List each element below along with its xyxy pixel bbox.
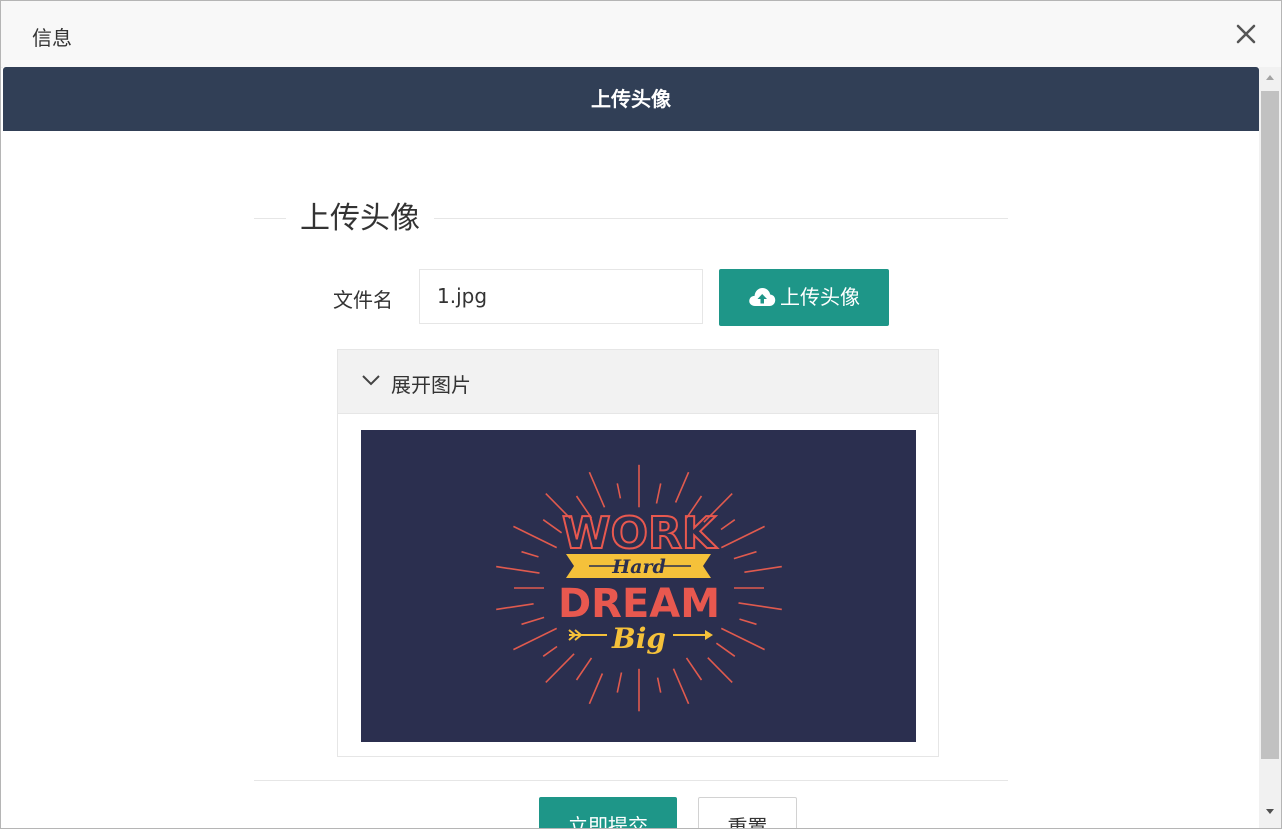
scroll-down-arrow-icon[interactable] (1259, 800, 1281, 822)
submit-button[interactable]: 立即提交 (539, 797, 677, 828)
scroll-up-arrow-icon[interactable] (1259, 67, 1281, 89)
preview-text-hard: Hard (611, 556, 666, 578)
collapse-header[interactable]: 展开图片 (338, 350, 938, 414)
image-collapse-panel: 展开图片 WORK Hard DREAM Big (337, 349, 939, 757)
vertical-scrollbar[interactable] (1259, 67, 1281, 828)
upload-avatar-button[interactable]: 上传头像 (719, 269, 889, 326)
preview-text-dream: DREAM (558, 581, 720, 627)
preview-text-big: Big (611, 622, 666, 655)
chevron-down-icon (362, 375, 380, 386)
upload-button-label: 上传头像 (780, 285, 860, 309)
dialog-header: 信息 (1, 1, 1281, 68)
section-title: 上传头像 (300, 201, 420, 236)
file-name-label: 文件名 (333, 288, 393, 312)
legend-divider-left (254, 218, 286, 219)
preview-text-work: WORK (562, 508, 718, 559)
cloud-upload-icon (749, 288, 776, 306)
file-name-input[interactable]: 1.jpg (419, 269, 703, 324)
reset-button[interactable]: 重置 (698, 797, 797, 828)
avatar-preview-image: WORK Hard DREAM Big (361, 430, 916, 742)
collapse-title: 展开图片 (391, 373, 471, 397)
info-dialog: 信息 上传头像 上传头像 文件名 1.jpg 上传头像 展开图片 WORK Ha… (0, 0, 1282, 829)
legend-divider-right (434, 218, 1008, 219)
close-icon[interactable] (1233, 21, 1259, 47)
form-divider (254, 780, 1008, 781)
dialog-title: 信息 (32, 26, 72, 50)
page-banner: 上传头像 (3, 67, 1259, 131)
dialog-content: 上传头像 上传头像 文件名 1.jpg 上传头像 展开图片 WORK Hard … (3, 67, 1259, 828)
scrollbar-thumb[interactable] (1261, 91, 1279, 759)
